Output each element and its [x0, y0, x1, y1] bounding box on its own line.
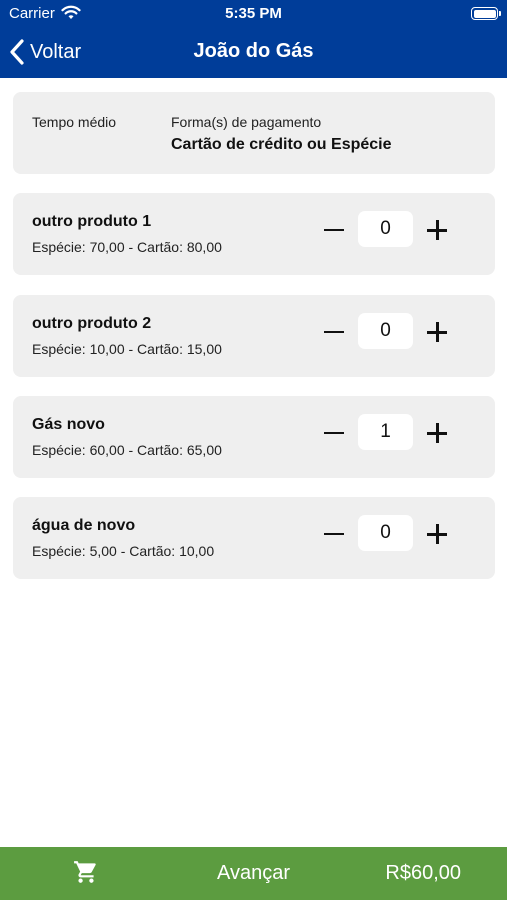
clock: 5:35 PM — [225, 5, 282, 22]
average-time-label: Tempo médio — [32, 114, 117, 130]
battery-icon — [471, 7, 501, 20]
decrement-button[interactable] — [321, 420, 347, 446]
navigation-bar: Carrier 5:35 PM Voltar João do Gás — [0, 0, 507, 78]
decrement-button[interactable] — [321, 521, 347, 547]
product-name: água de novo — [32, 517, 136, 534]
payment-methods-value: Cartão de crédito ou Espécie — [171, 136, 392, 153]
increment-button[interactable] — [424, 217, 450, 243]
status-bar: Carrier 5:35 PM — [0, 0, 507, 28]
product-card: outro produto 2 Espécie: 10,00 - Cartão:… — [13, 295, 495, 377]
product-price: Espécie: 70,00 - Cartão: 80,00 — [32, 239, 222, 255]
payment-methods-label: Forma(s) de pagamento — [171, 114, 322, 130]
store-info-card: Tempo médio Forma(s) de pagamento Cartão… — [13, 92, 495, 174]
product-name: Gás novo — [32, 416, 105, 433]
quantity-field[interactable]: 0 — [358, 515, 413, 551]
increment-button[interactable] — [424, 420, 450, 446]
product-card: água de novo Espécie: 5,00 - Cartão: 10,… — [13, 497, 495, 579]
order-total: R$60,00 — [385, 862, 461, 884]
increment-button[interactable] — [424, 521, 450, 547]
advance-bar[interactable]: Avançar R$60,00 — [0, 847, 507, 900]
product-name: outro produto 2 — [32, 315, 152, 332]
decrement-button[interactable] — [321, 319, 347, 345]
product-name: outro produto 1 — [32, 213, 152, 230]
page-title: João do Gás — [193, 40, 314, 62]
product-price: Espécie: 5,00 - Cartão: 10,00 — [32, 543, 215, 559]
product-card: outro produto 1 Espécie: 70,00 - Cartão:… — [13, 193, 495, 275]
quantity-field[interactable]: 0 — [358, 211, 413, 247]
product-price: Espécie: 10,00 - Cartão: 15,00 — [32, 341, 222, 357]
product-price: Espécie: 60,00 - Cartão: 65,00 — [32, 442, 222, 458]
quantity-field[interactable]: 1 — [358, 414, 413, 450]
decrement-button[interactable] — [321, 217, 347, 243]
increment-button[interactable] — [424, 319, 450, 345]
product-card: Gás novo Espécie: 60,00 - Cartão: 65,00 … — [13, 396, 495, 478]
quantity-field[interactable]: 0 — [358, 313, 413, 349]
